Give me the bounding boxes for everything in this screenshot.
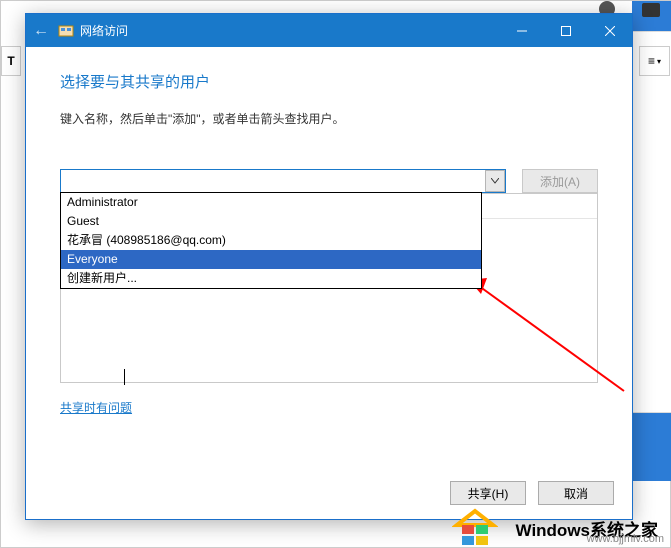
maximize-button[interactable] <box>544 14 588 47</box>
text-cursor <box>124 369 125 385</box>
user-combobox: AdministratorGuest花承冒 (408985186@qq.com)… <box>60 169 506 193</box>
page-heading: 选择要与其共享的用户 <box>60 71 598 92</box>
site-logo-icon <box>452 505 498 547</box>
watermark: www.bjjmlv.com <box>587 533 664 545</box>
titlebar: ← 网络访问 <box>26 14 632 47</box>
help-link[interactable]: 共享时有问题 <box>60 399 132 416</box>
minimize-button[interactable] <box>500 14 544 47</box>
dropdown-item-2[interactable]: 花承冒 (408985186@qq.com) <box>61 231 481 250</box>
toolbar-right-button[interactable]: ≡ ▾ <box>639 46 670 76</box>
share-button[interactable]: 共享(H) <box>450 481 526 505</box>
dropdown-item-4[interactable]: 创建新用户... <box>61 269 481 288</box>
back-button[interactable]: ← <box>26 22 56 40</box>
cancel-button[interactable]: 取消 <box>538 481 614 505</box>
user-dropdown: AdministratorGuest花承冒 (408985186@qq.com)… <box>60 192 482 289</box>
dropdown-item-0[interactable]: Administrator <box>61 193 481 212</box>
dropdown-item-1[interactable]: Guest <box>61 212 481 231</box>
dropdown-item-3[interactable]: Everyone <box>61 250 481 269</box>
tray-icon <box>642 3 660 17</box>
close-button[interactable] <box>588 14 632 47</box>
add-button[interactable]: 添加(A) <box>522 169 598 193</box>
window-title: 网络访问 <box>80 22 128 39</box>
instruction-text: 键入名称，然后单击"添加"，或者单击箭头查找用户。 <box>60 110 598 127</box>
network-access-icon <box>58 23 74 39</box>
user-input[interactable] <box>60 169 506 193</box>
toolbar-left-button[interactable]: T <box>1 46 21 76</box>
chevron-down-icon <box>491 178 499 184</box>
dropdown-toggle[interactable] <box>485 170 505 192</box>
network-access-dialog: ← 网络访问 选择要与其共享的用户 键入名称，然后单击"添加"，或者单击箭头查找… <box>25 13 633 520</box>
menu-icon: ≡ <box>648 54 655 68</box>
